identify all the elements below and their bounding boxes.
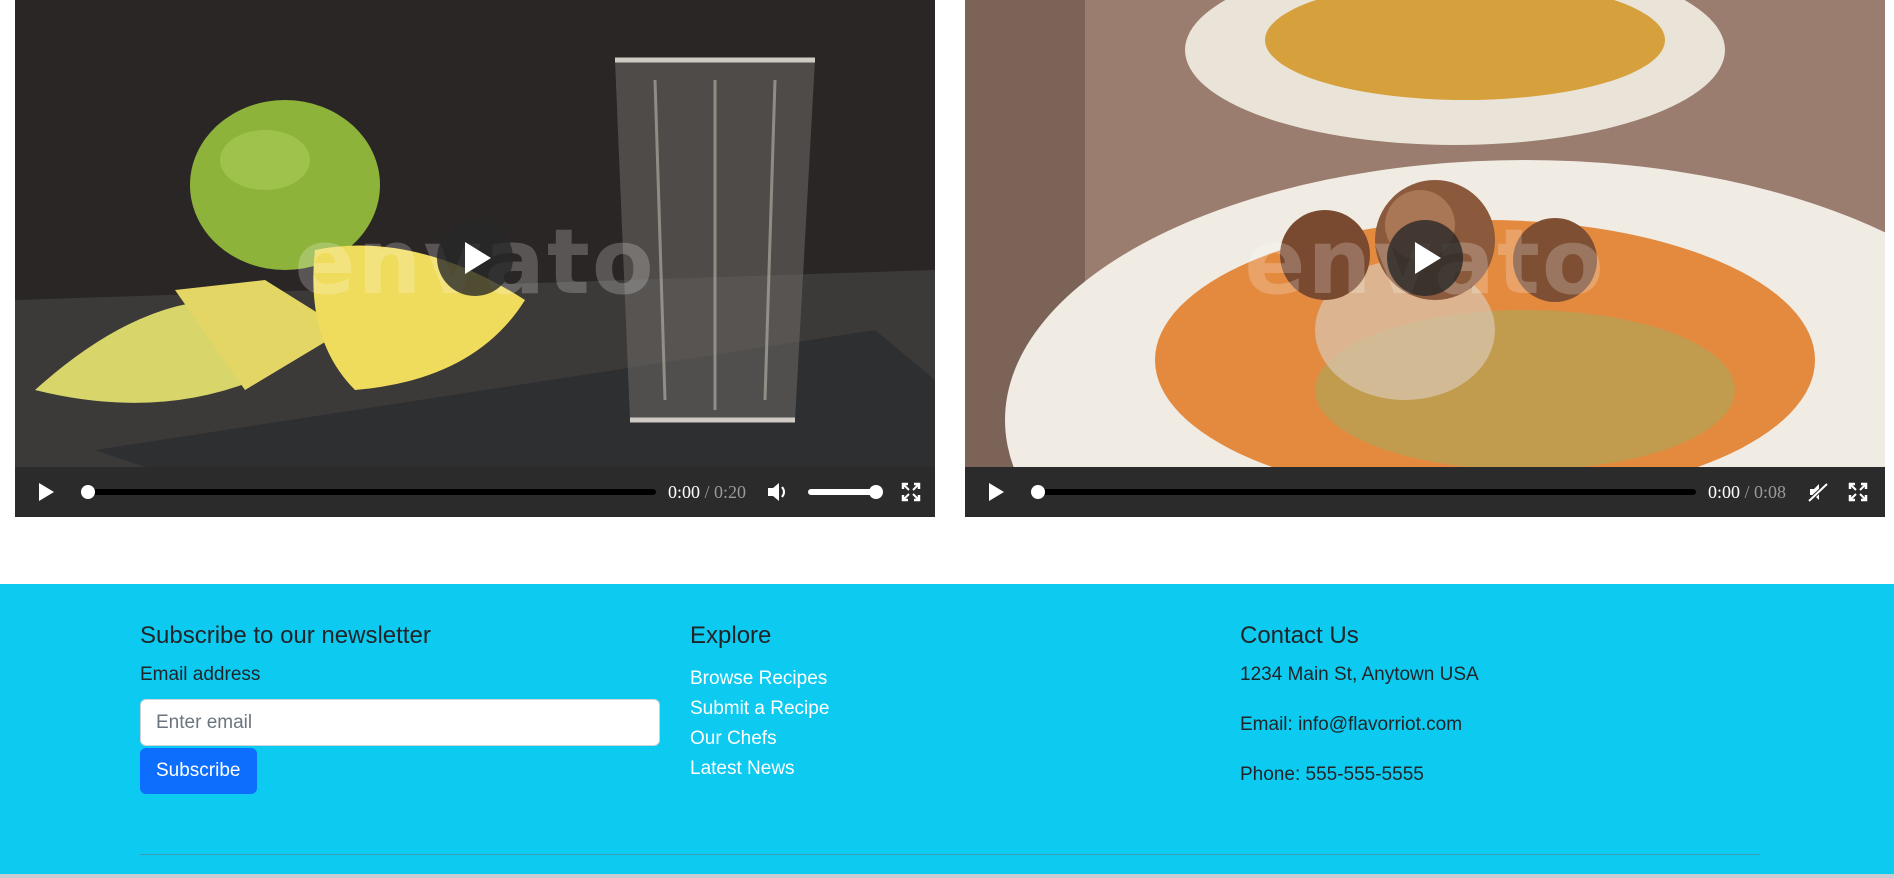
big-play-button[interactable] (437, 220, 513, 296)
link-latest-news[interactable]: Latest News (690, 758, 795, 779)
mute-button[interactable] (1800, 474, 1836, 510)
time-separator: / (1744, 481, 1750, 502)
volume-icon (768, 483, 786, 501)
duration: 0:08 (1754, 481, 1787, 502)
play-icon (39, 483, 54, 501)
contact-heading: Contact Us (1240, 622, 1359, 649)
time-separator: / (704, 481, 710, 502)
play-icon (465, 242, 491, 274)
site-footer: Subscribe to our newsletter Email addres… (0, 584, 1894, 878)
volume-muted-icon (1807, 482, 1829, 503)
fullscreen-button[interactable] (1840, 474, 1876, 510)
seek-bar[interactable] (1031, 485, 1696, 499)
link-our-chefs[interactable]: Our Chefs (690, 728, 777, 749)
seek-thumb[interactable] (81, 485, 95, 499)
footer-divider (140, 854, 1760, 855)
mute-button[interactable] (760, 474, 796, 510)
big-play-button[interactable] (1387, 220, 1463, 296)
current-time: 0:00 (668, 481, 701, 502)
play-icon (1415, 242, 1441, 274)
fullscreen-icon (901, 482, 921, 502)
video-player-dessert[interactable]: envato 0:00 / 0:08 (965, 0, 1885, 517)
footer-bottom-strip (0, 874, 1894, 878)
volume-slider[interactable] (808, 485, 884, 499)
play-button[interactable] (28, 474, 64, 510)
seek-thumb[interactable] (1031, 485, 1045, 499)
play-icon (989, 483, 1004, 501)
email-input[interactable] (140, 699, 660, 746)
video-controls: 0:00 / 0:20 (15, 467, 935, 517)
volume-thumb[interactable] (869, 485, 884, 499)
video-controls: 0:00 / 0:08 (965, 467, 1885, 517)
link-browse-recipes[interactable]: Browse Recipes (690, 668, 827, 689)
fullscreen-button[interactable] (893, 474, 929, 510)
current-time: 0:00 (1708, 481, 1741, 502)
link-submit-recipe[interactable]: Submit a Recipe (690, 698, 829, 719)
video-player-mango[interactable]: envato 0:00 / 0:20 (15, 0, 935, 517)
newsletter-section: Subscribe to our newsletter Email addres… (140, 620, 660, 794)
subscribe-button[interactable]: Subscribe (140, 748, 257, 794)
contact-address: 1234 Main St, Anytown USA (1240, 664, 1479, 685)
explore-section: Explore Browse Recipes Submit a Recipe O… (690, 620, 1190, 784)
email-label: Email address (140, 664, 261, 685)
time-display: 0:00 / 0:08 (1708, 482, 1786, 503)
explore-heading: Explore (690, 622, 772, 649)
explore-links: Browse Recipes Submit a Recipe Our Chefs… (690, 664, 1190, 784)
contact-phone: Phone: 555-555-5555 (1240, 764, 1424, 785)
newsletter-heading: Subscribe to our newsletter (140, 622, 431, 649)
seek-bar[interactable] (81, 485, 656, 499)
contact-section: Contact Us 1234 Main St, Anytown USA Ema… (1240, 620, 1740, 814)
fullscreen-icon (1848, 482, 1868, 502)
play-button[interactable] (978, 474, 1014, 510)
contact-email: Email: info@flavorriot.com (1240, 714, 1463, 735)
time-display: 0:00 / 0:20 (668, 482, 746, 503)
duration: 0:20 (714, 481, 747, 502)
